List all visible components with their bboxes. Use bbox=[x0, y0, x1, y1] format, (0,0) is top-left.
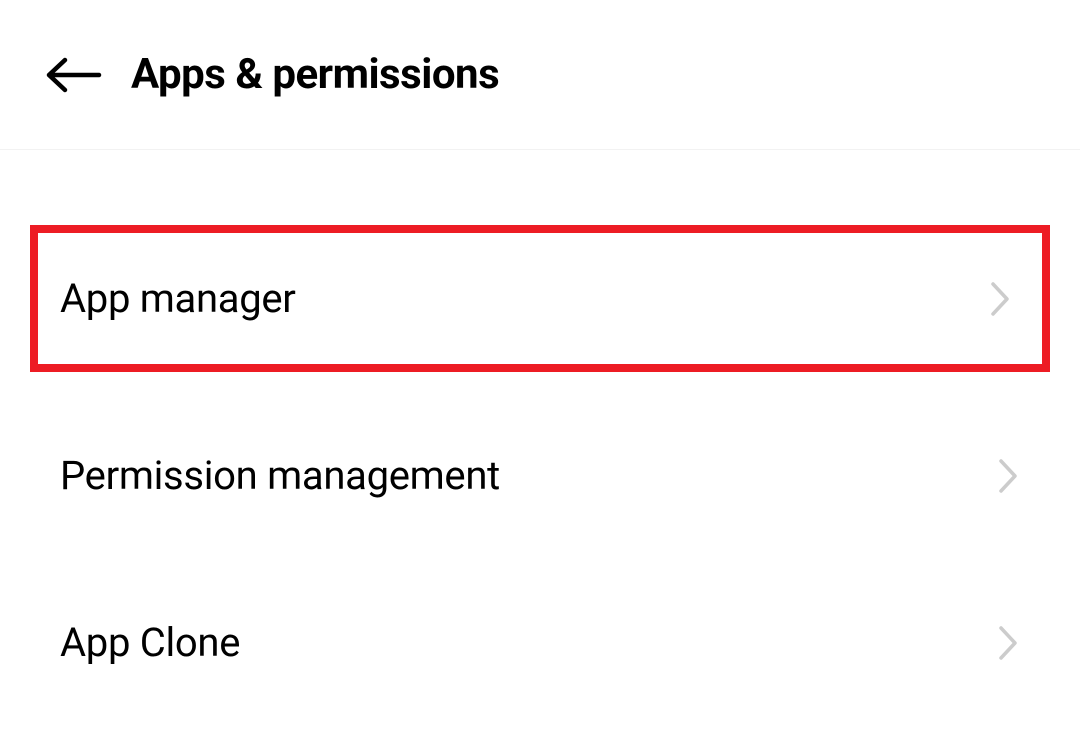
page-header: Apps & permissions bbox=[0, 0, 1080, 150]
list-item-permission-management[interactable]: Permission management bbox=[0, 412, 1080, 539]
page-title: Apps & permissions bbox=[131, 50, 499, 99]
arrow-left-icon bbox=[45, 56, 103, 94]
chevron-right-icon bbox=[988, 279, 1012, 319]
back-button[interactable] bbox=[45, 53, 103, 97]
list-item-app-clone[interactable]: App Clone bbox=[0, 579, 1080, 706]
list-item-app-manager[interactable]: App manager bbox=[30, 225, 1050, 372]
chevron-right-icon bbox=[996, 623, 1020, 663]
list-item-label: App manager bbox=[60, 275, 296, 322]
list-item-label: Permission management bbox=[60, 452, 500, 499]
settings-list: App manager Permission management App Cl… bbox=[0, 150, 1080, 706]
list-item-label: App Clone bbox=[60, 619, 240, 666]
chevron-right-icon bbox=[996, 456, 1020, 496]
